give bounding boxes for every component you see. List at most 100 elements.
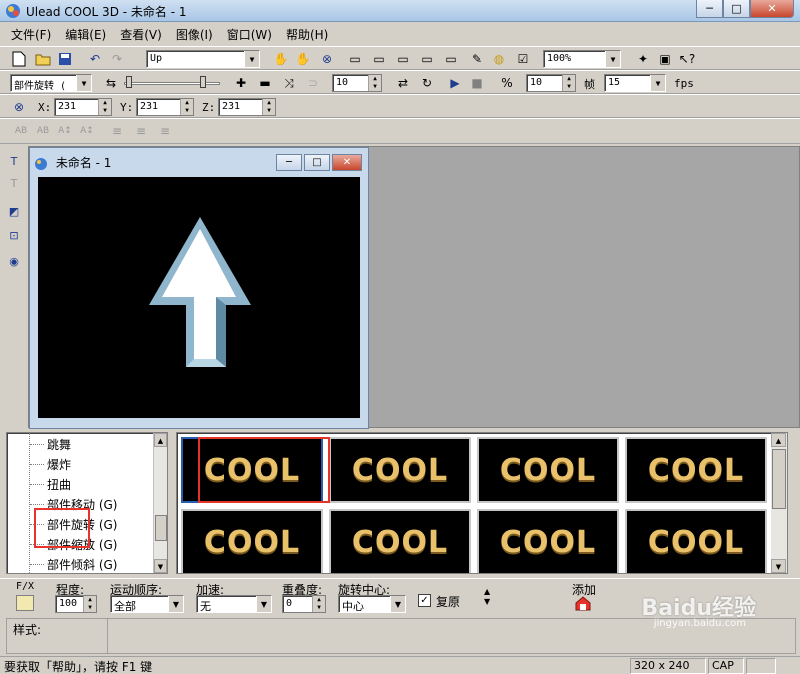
props-scroll-icon[interactable]: ▲ ▼ [484, 587, 490, 607]
new-file-icon[interactable] [10, 50, 28, 68]
loop-icon[interactable]: ⊃ [304, 74, 322, 92]
scroll-thumb[interactable] [772, 449, 786, 509]
refresh-icon[interactable]: ↻ [418, 74, 436, 92]
menu-view[interactable]: 查看(V) [115, 26, 167, 43]
hand-icon[interactable]: ✋ [272, 50, 290, 68]
z-input[interactable]: 231 ▲ ▼ [218, 98, 276, 116]
remove-keyframe-icon[interactable]: ▬ [256, 74, 274, 92]
doc-minimize-button[interactable]: ─ [276, 154, 302, 171]
add-effect-icon[interactable] [574, 595, 592, 611]
add-keyframe-icon[interactable]: ✚ [232, 74, 250, 92]
stop-icon[interactable]: ■ [468, 74, 486, 92]
gallery-scrollbar[interactable]: ▲ ▼ [771, 433, 787, 573]
tree-item-explode[interactable]: 爆炸 [47, 456, 71, 473]
reverse-keyframe-icon[interactable]: ⤨ [280, 74, 298, 92]
scroll-down-icon[interactable]: ▼ [154, 559, 167, 573]
gallery-thumb[interactable]: COOL [625, 509, 767, 573]
spinner-icon[interactable]: ▲ ▼ [98, 99, 111, 115]
x-input[interactable]: 231 ▲ ▼ [54, 98, 112, 116]
insert-text-icon[interactable]: T [5, 152, 23, 170]
chart-icon[interactable]: ☑ [514, 50, 532, 68]
frame-number-input[interactable]: 10 ▲ ▼ [332, 74, 382, 92]
insert-shape-icon[interactable]: ◩ [5, 202, 23, 220]
gallery-thumb[interactable]: COOL [477, 437, 619, 503]
overlap-input[interactable]: 0 ▲ ▼ [282, 595, 326, 613]
bevel-3-icon[interactable]: ▭ [394, 50, 412, 68]
bevel-5-icon[interactable]: ▭ [442, 50, 460, 68]
restore-checkbox[interactable]: ✓ [418, 594, 431, 607]
gallery-thumb[interactable]: COOL [329, 437, 471, 503]
text-spacing-icon[interactable]: AB [12, 122, 30, 140]
undo-icon[interactable]: ↶ [86, 50, 104, 68]
redo-icon[interactable]: ↷ [108, 50, 126, 68]
play-icon[interactable]: ▶ [446, 74, 464, 92]
degree-input[interactable]: 100 ▲ ▼ [55, 595, 97, 613]
fps-select[interactable]: 15 ▼ [604, 74, 666, 92]
doc-close-button[interactable]: ✕ [332, 154, 362, 171]
open-folder-icon[interactable] [34, 50, 52, 68]
gallery-thumb[interactable]: COOL [181, 509, 323, 573]
export-icon[interactable]: ▣ [656, 50, 674, 68]
position-mode-icon[interactable]: ⊗ [10, 98, 28, 116]
timeline-slider[interactable] [124, 76, 222, 90]
gallery-thumb[interactable]: COOL [477, 509, 619, 573]
chevron-down-icon[interactable]: ▼ [650, 75, 665, 91]
maximize-button[interactable]: □ [723, 0, 750, 18]
fit-object-icon[interactable]: ⊗ [318, 50, 336, 68]
render-canvas[interactable] [38, 177, 360, 418]
render-icon[interactable]: ✦ [634, 50, 652, 68]
doc-maximize-button[interactable]: □ [304, 154, 330, 171]
context-help-icon[interactable]: ↖? [678, 50, 696, 68]
gallery-thumb[interactable]: COOL [329, 509, 471, 573]
swap-icon[interactable]: ⇄ [394, 74, 412, 92]
order-select[interactable]: 全部 ▼ [110, 595, 184, 613]
menu-window[interactable]: 窗口(W) [222, 26, 277, 43]
menu-file[interactable]: 文件(F) [6, 26, 56, 43]
bevel-2-icon[interactable]: ▭ [370, 50, 388, 68]
spinner-icon[interactable]: ▲ ▼ [83, 596, 96, 612]
tree-scrollbar[interactable]: ▲ ▼ [153, 433, 167, 573]
bevel-1-icon[interactable]: ▭ [346, 50, 364, 68]
menu-edit[interactable]: 编辑(E) [60, 26, 111, 43]
arrow-3d-object[interactable] [38, 177, 360, 418]
bevel-4-icon[interactable]: ▭ [418, 50, 436, 68]
select-object-icon[interactable]: ⊡ [5, 226, 23, 244]
text-height-2-icon[interactable]: A↕ [78, 122, 96, 140]
chevron-down-icon[interactable]: ▼ [168, 596, 183, 612]
spinner-icon[interactable]: ▲ ▼ [312, 596, 325, 612]
y-input[interactable]: 231 ▲ ▼ [136, 98, 194, 116]
save-icon[interactable] [56, 50, 74, 68]
tree-item-twist[interactable]: 扭曲 [47, 476, 71, 493]
chevron-down-icon[interactable]: ▼ [244, 51, 259, 67]
percent-icon[interactable]: % [498, 74, 516, 92]
menu-image[interactable]: 图像(I) [171, 26, 218, 43]
chevron-down-icon[interactable]: ▼ [256, 596, 271, 612]
tree-item-dance[interactable]: 跳舞 [47, 436, 71, 453]
chevron-down-icon[interactable]: ▼ [390, 596, 405, 612]
gallery-thumb[interactable]: COOL [625, 437, 767, 503]
fx-toggle-icon[interactable] [16, 595, 34, 611]
slider-thumb[interactable] [126, 76, 132, 88]
chevron-down-icon[interactable]: ▼ [76, 75, 91, 91]
accel-select[interactable]: 无 ▼ [196, 595, 272, 613]
spinner-icon[interactable]: ▲ ▼ [180, 99, 193, 115]
spinner-icon[interactable]: ▲ ▼ [562, 75, 575, 91]
scroll-up-icon[interactable]: ▲ [771, 433, 786, 447]
spinner-icon[interactable]: ▲ ▼ [262, 99, 275, 115]
text-spacing-2-icon[interactable]: AB [34, 122, 52, 140]
geometry-icon[interactable]: ◉ [5, 252, 23, 270]
zoom-select[interactable]: 100% ▼ [543, 50, 621, 68]
rotate-hand-icon[interactable]: ✋ [294, 50, 312, 68]
tree-item-part-skew[interactable]: 部件倾斜 (G) [47, 556, 117, 573]
frames-count-input[interactable]: 10 ▲ ▼ [526, 74, 576, 92]
effect-select[interactable]: 部件旋转 ( ▼ [10, 74, 92, 92]
align-left-icon[interactable]: ≡ [108, 122, 126, 140]
spinner-icon[interactable]: ▲ ▼ [368, 75, 381, 91]
align-right-icon[interactable]: ≡ [156, 122, 174, 140]
scroll-thumb[interactable] [155, 515, 167, 541]
text-height-icon[interactable]: A↕ [56, 122, 74, 140]
close-button[interactable]: ✕ [750, 0, 794, 18]
globe-icon[interactable]: ◍ [490, 50, 508, 68]
minimize-button[interactable]: ─ [696, 0, 723, 18]
menu-help[interactable]: 帮助(H) [281, 26, 333, 43]
